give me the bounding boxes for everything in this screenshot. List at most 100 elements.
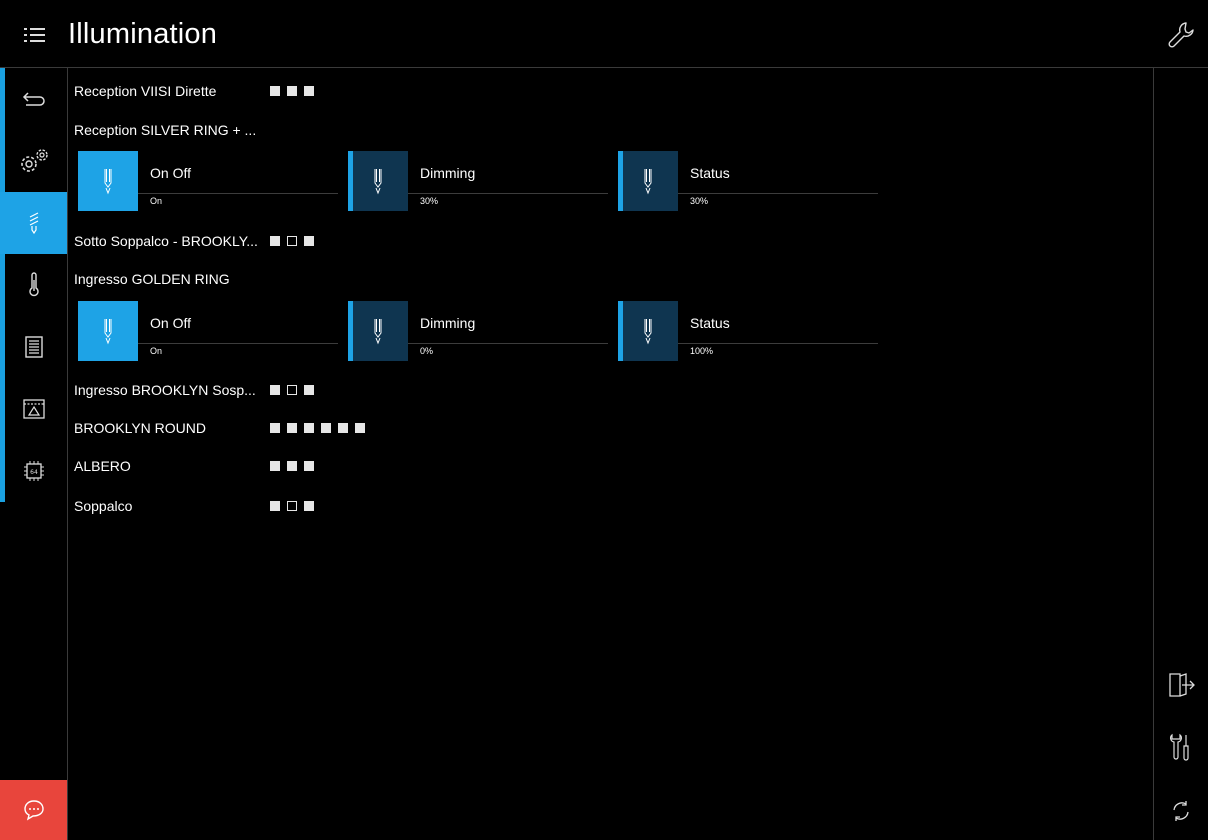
status-dot-on <box>270 423 280 433</box>
group-row[interactable]: Ingresso BROOKLYN Sosp... <box>74 378 314 402</box>
status-dots <box>270 461 314 471</box>
tile-divider <box>678 343 878 344</box>
tile-label: Dimming <box>420 315 476 331</box>
right-sidebar <box>1153 68 1208 840</box>
status-dot-on <box>287 423 297 433</box>
status-dot-on <box>338 423 348 433</box>
tools-icon[interactable] <box>1166 732 1196 762</box>
status-dot-on <box>304 86 314 96</box>
group-row[interactable]: BROOKLYN ROUND <box>74 416 365 440</box>
tile-label: Status <box>690 315 730 331</box>
tile-divider <box>408 343 608 344</box>
tile-value: 100% <box>690 346 714 356</box>
tile-accent-bar <box>348 301 353 361</box>
tile-accent-bar <box>618 151 623 211</box>
status-dots <box>270 423 365 433</box>
status-dot-off <box>287 236 297 246</box>
group-row[interactable]: Ingresso GOLDEN RING <box>74 267 270 291</box>
tile-label: Dimming <box>420 165 476 181</box>
group-row[interactable]: Reception SILVER RING + ... <box>74 118 270 142</box>
sidebar-item-climate[interactable] <box>0 254 67 316</box>
tile-icon-box[interactable] <box>348 151 408 211</box>
tile-icon-box[interactable] <box>618 301 678 361</box>
status-dot-on <box>270 385 280 395</box>
menu-list-icon[interactable] <box>24 24 46 46</box>
top-bar: Illumination <box>0 0 1208 68</box>
group-name: Sotto Soppalco - BROOKLY... <box>74 233 258 249</box>
group-name: ALBERO <box>74 458 131 474</box>
status-dot-on <box>270 236 280 246</box>
tile-divider <box>678 193 878 194</box>
tile-label: On Off <box>150 165 191 181</box>
bulb-icon <box>374 169 382 195</box>
tile-divider <box>408 193 608 194</box>
status-dot-off <box>287 385 297 395</box>
status-dot-on <box>287 86 297 96</box>
group-row[interactable]: Soppalco <box>74 494 314 518</box>
refresh-icon[interactable] <box>1166 796 1196 826</box>
tile-value: On <box>150 196 163 206</box>
chat-button[interactable] <box>0 780 67 840</box>
back-arrow-icon <box>22 92 45 106</box>
tile-value: 30% <box>420 196 439 206</box>
tile-on-off[interactable]: On Off On <box>78 151 338 211</box>
tile-icon-box[interactable] <box>618 151 678 211</box>
sidebar-item-back[interactable] <box>0 68 67 130</box>
tile-status[interactable]: Status 30% <box>618 151 878 211</box>
status-dot-off <box>287 501 297 511</box>
bulb-icon <box>644 169 652 195</box>
status-dots <box>270 236 314 246</box>
bulb-icon <box>104 319 112 345</box>
group-name: BROOKLYN ROUND <box>74 420 206 436</box>
group-name: Soppalco <box>74 498 133 514</box>
tile-accent-bar <box>348 151 353 211</box>
sidebar-item-alarm[interactable] <box>0 378 67 440</box>
group-name: Ingresso GOLDEN RING <box>74 271 230 287</box>
group-row[interactable]: Sotto Soppalco - BROOKLY... <box>74 229 314 253</box>
tile-dimming[interactable]: Dimming 0% <box>348 301 608 361</box>
thermometer-icon <box>28 272 39 297</box>
status-dot-on <box>304 236 314 246</box>
tile-value: On <box>150 346 163 356</box>
tile-dimming[interactable]: Dimming 30% <box>348 151 608 211</box>
bulb-icon <box>644 319 652 345</box>
sidebar-item-blinds[interactable] <box>0 316 67 378</box>
tile-label: Status <box>690 165 730 181</box>
tile-icon-box[interactable] <box>78 151 138 211</box>
sidebar-item-system[interactable]: 64 <box>0 440 67 502</box>
status-dot-on <box>321 423 331 433</box>
status-dot-on <box>304 385 314 395</box>
bulb-icon <box>374 319 382 345</box>
page-title: Illumination <box>68 18 218 50</box>
status-dots <box>270 86 314 96</box>
blinds-icon <box>24 336 43 358</box>
group-row[interactable]: Reception VIISI Dirette <box>74 79 314 103</box>
status-dot-on <box>270 501 280 511</box>
group-name: Ingresso BROOKLYN Sosp... <box>74 382 256 398</box>
tile-value: 30% <box>690 196 709 206</box>
gears-icon <box>20 149 48 172</box>
tile-divider <box>138 193 338 194</box>
sidebar-item-settings[interactable] <box>0 130 67 192</box>
tile-accent-bar <box>618 301 623 361</box>
svg-text:64: 64 <box>30 469 38 476</box>
logout-icon[interactable] <box>1166 670 1196 700</box>
group-row[interactable]: ALBERO <box>74 454 314 478</box>
status-dot-on <box>287 461 297 471</box>
tile-label: On Off <box>150 315 191 331</box>
status-dots <box>270 501 314 511</box>
chat-icon <box>23 800 44 821</box>
sidebar-item-illumination[interactable] <box>0 192 67 254</box>
status-dot-on <box>355 423 365 433</box>
status-dot-on <box>304 501 314 511</box>
tile-icon-box[interactable] <box>78 301 138 361</box>
group-name: Reception VIISI Dirette <box>74 83 217 99</box>
wrench-icon[interactable] <box>1166 20 1196 50</box>
bulb-icon <box>104 169 112 195</box>
tile-on-off[interactable]: On Off On <box>78 301 338 361</box>
status-dots <box>270 385 314 395</box>
group-name: Reception SILVER RING + ... <box>74 122 257 138</box>
tile-icon-box[interactable] <box>348 301 408 361</box>
tile-status[interactable]: Status 100% <box>618 301 878 361</box>
status-dot-on <box>270 461 280 471</box>
